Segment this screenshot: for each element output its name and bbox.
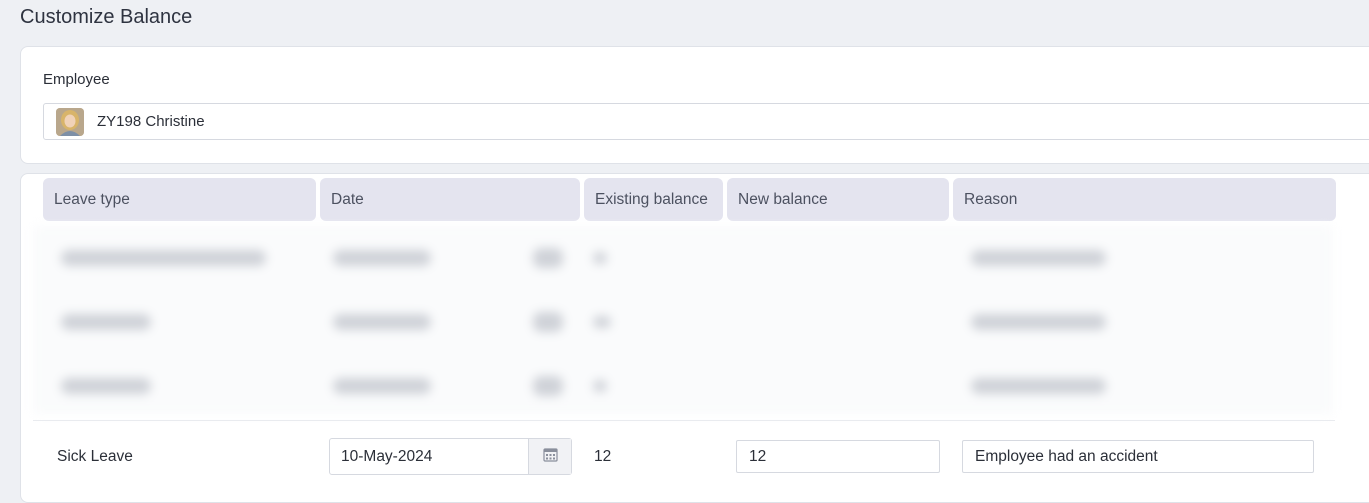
blurred-row	[33, 290, 1333, 354]
avatar	[56, 107, 84, 136]
existing-balance-cell: 12	[594, 448, 612, 465]
balance-table: Leave type Date Existing balance New bal…	[20, 173, 1369, 503]
page-title: Customize Balance	[20, 6, 193, 28]
employee-name: ZY198 Christine	[97, 113, 205, 130]
new-balance-input[interactable]	[736, 440, 940, 473]
employee-card: Employee ZY198 Christine	[20, 46, 1369, 164]
blurred-row	[33, 354, 1333, 418]
column-header-existing-balance: Existing balance	[584, 178, 723, 221]
column-header-reason: Reason	[953, 178, 1336, 221]
date-value[interactable]: 10-May-2024	[330, 439, 528, 474]
column-header-new-balance: New balance	[727, 178, 949, 221]
blurred-rows	[33, 226, 1333, 414]
column-header-leave-type: Leave type	[43, 178, 316, 221]
row-divider	[33, 420, 1335, 421]
employee-label: Employee	[43, 71, 110, 88]
calendar-button[interactable]	[528, 439, 571, 474]
employee-select[interactable]: ZY198 Christine	[43, 103, 1369, 140]
column-header-date: Date	[320, 178, 580, 221]
reason-input[interactable]	[962, 440, 1314, 473]
date-picker[interactable]: 10-May-2024	[329, 438, 572, 475]
calendar-icon	[542, 447, 558, 467]
leave-type-cell: Sick Leave	[57, 448, 133, 465]
blurred-row	[33, 226, 1333, 290]
